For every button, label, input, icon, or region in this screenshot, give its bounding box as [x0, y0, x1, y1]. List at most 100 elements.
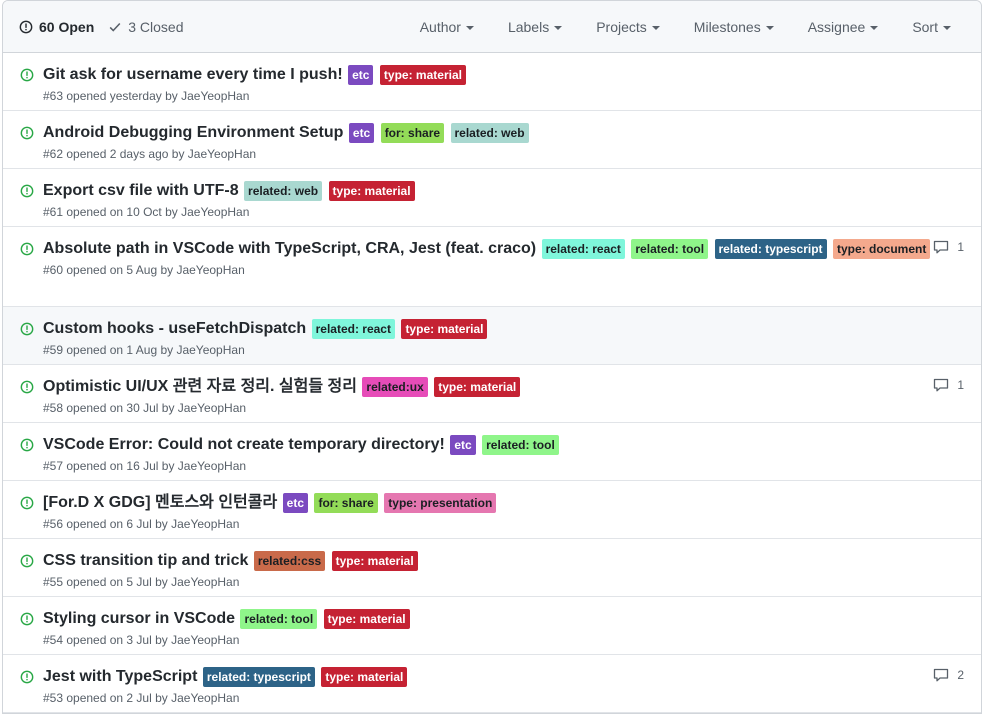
issue-title-line: Absolute path in VSCode with TypeScript,… [43, 238, 965, 260]
issue-meta: #53 opened on 2 Jul by JaeYeopHan [43, 691, 240, 706]
issue-label[interactable]: type: material [434, 377, 521, 397]
issue-label[interactable]: etc [348, 123, 375, 143]
issue-title-link[interactable]: Custom hooks - useFetchDispatch [43, 320, 306, 337]
issue-row[interactable]: VSCode Error: Could not create temporary… [3, 423, 981, 481]
issue-title-link[interactable]: CSS transition tip and trick [43, 552, 248, 569]
issue-title-link[interactable]: Optimistic UI/UX 관련 자료 정리. 실험들 정리 [43, 378, 357, 395]
filter-label: Sort [912, 18, 938, 35]
issue-label[interactable]: related: tool [240, 609, 318, 629]
filter-label: Assignee [807, 18, 866, 35]
issue-meta: #60 opened on 5 Aug by JaeYeopHan [43, 263, 245, 278]
issue-row[interactable]: Export csv file with UTF-8 related: web … [3, 169, 981, 227]
issue-label[interactable]: for: share [314, 493, 378, 513]
issue-meta: #57 opened on 16 Jul by JaeYeopHan [43, 459, 247, 474]
issue-title-line: Jest with TypeScript related: typescript… [43, 666, 965, 688]
issues-list-header: 60 Open 3 Closed Author Labels Projects … [3, 1, 981, 53]
issue-row[interactable]: Custom hooks - useFetchDispatch related:… [3, 307, 981, 365]
issue-label[interactable]: related: web [244, 181, 323, 201]
issue-label[interactable]: related: react [311, 319, 395, 339]
issue-label[interactable]: type: document [833, 239, 931, 259]
issue-title-link[interactable]: Git ask for username every time I push! [43, 66, 343, 83]
issue-row[interactable]: Absolute path in VSCode with TypeScript,… [3, 227, 981, 307]
issue-title-line: Optimistic UI/UX 관련 자료 정리. 실험들 정리 relate… [43, 376, 965, 398]
issue-title-link[interactable]: Absolute path in VSCode with TypeScript,… [43, 240, 536, 257]
issue-label[interactable]: type: material [328, 181, 415, 201]
issue-row[interactable]: Styling cursor in VSCode related: tool t… [3, 597, 981, 655]
issue-label[interactable]: etc [450, 435, 476, 455]
issue-title-link[interactable]: Jest with TypeScript [43, 668, 197, 685]
issue-label[interactable]: etc [282, 493, 309, 513]
issue-row[interactable]: Optimistic UI/UX 관련 자료 정리. 실험들 정리 relate… [3, 365, 981, 423]
sort-filter[interactable]: Sort [912, 19, 951, 35]
projects-filter[interactable]: Projects [596, 19, 660, 35]
comment-count: 1 [957, 378, 964, 392]
comment-icon [933, 378, 953, 392]
issue-title-line: Styling cursor in VSCode related: tool t… [43, 608, 965, 630]
caret-down-icon [465, 25, 474, 30]
issue-label[interactable]: type: material [379, 65, 466, 85]
filter-label: Projects [596, 18, 647, 35]
comments-link[interactable]: 2 [933, 668, 964, 682]
issue-label[interactable]: type: material [321, 667, 408, 687]
issue-title-line: VSCode Error: Could not create temporary… [43, 434, 965, 456]
issue-meta: #61 opened on 10 Oct by JaeYeopHan [43, 205, 250, 220]
closed-issues-tab[interactable]: 3 Closed [108, 19, 184, 35]
issue-opened-icon [20, 380, 34, 399]
filter-label: Labels [507, 18, 550, 35]
filter-label: Milestones [693, 18, 761, 35]
issue-label[interactable]: type: material [401, 319, 488, 339]
filter-label: Author [419, 18, 461, 35]
comments-link[interactable]: 1 [933, 240, 964, 254]
issue-row[interactable]: Jest with TypeScript related: typescript… [3, 655, 981, 713]
issue-title-link[interactable]: Styling cursor in VSCode [43, 610, 235, 627]
issue-opened-icon [20, 670, 34, 689]
caret-down-icon [870, 25, 879, 30]
issue-title-link[interactable]: VSCode Error: Could not create temporary… [43, 436, 445, 453]
milestones-filter[interactable]: Milestones [694, 19, 774, 35]
open-issues-tab[interactable]: 60 Open [19, 19, 94, 35]
comment-icon [933, 240, 953, 254]
issue-meta: #63 opened yesterday by JaeYeopHan [43, 89, 250, 104]
issue-label[interactable]: related: react [541, 239, 625, 259]
issue-label[interactable]: related: typescript [202, 667, 315, 687]
issue-title-line: Git ask for username every time I push! … [43, 64, 965, 86]
assignee-filter[interactable]: Assignee [808, 19, 879, 35]
issue-meta: #56 opened on 6 Jul by JaeYeopHan [43, 517, 240, 532]
author-filter[interactable]: Author [420, 19, 474, 35]
issue-label[interactable]: type: material [323, 609, 410, 629]
issues-list-box: 60 Open 3 Closed Author Labels Projects … [2, 0, 982, 714]
issue-label[interactable]: related:css [253, 551, 326, 571]
issue-opened-icon [20, 126, 34, 145]
issue-label[interactable]: related: web [450, 123, 529, 143]
issue-row[interactable]: [For.D X GDG] 멘토스와 인턴콜라 etc for: share t… [3, 481, 981, 539]
check-icon [109, 22, 121, 32]
issue-title-link[interactable]: Export csv file with UTF-8 [43, 182, 239, 199]
comment-count: 2 [957, 668, 964, 682]
labels-filter[interactable]: Labels [507, 18, 563, 35]
issue-row[interactable]: Git ask for username every time I push! … [3, 53, 981, 111]
issue-title-link[interactable]: [For.D X GDG] 멘토스와 인턴콜라 [43, 494, 277, 511]
issue-label[interactable]: related: typescript [714, 239, 827, 259]
issue-label[interactable]: etc [348, 65, 374, 85]
caret-down-icon [651, 25, 660, 30]
issue-title-link[interactable]: Android Debugging Environment Setup [43, 124, 343, 141]
comments-link[interactable]: 1 [933, 378, 964, 392]
issue-title-line: Export csv file with UTF-8 related: web … [43, 180, 965, 202]
issue-label[interactable]: related: tool [631, 239, 709, 259]
issue-opened-icon [19, 20, 33, 33]
issue-list: Git ask for username every time I push! … [3, 53, 981, 713]
caret-down-icon [554, 25, 563, 30]
issue-label[interactable]: for: share [380, 123, 445, 143]
issue-opened-icon [20, 612, 34, 631]
issue-label[interactable]: related:ux [362, 377, 428, 397]
issue-label[interactable]: type: material [331, 551, 418, 571]
issue-opened-icon [20, 322, 34, 341]
issue-row[interactable]: CSS transition tip and trick related:css… [3, 539, 981, 597]
issue-opened-icon [20, 554, 34, 573]
issue-label[interactable]: related: tool [482, 435, 559, 455]
issue-opened-icon [20, 68, 34, 87]
issue-meta: #58 opened on 30 Jul by JaeYeopHan [43, 401, 247, 416]
issue-row[interactable]: Android Debugging Environment Setup etc … [3, 111, 981, 169]
issue-label[interactable]: type: presentation [384, 493, 497, 513]
caret-down-icon [765, 25, 774, 30]
